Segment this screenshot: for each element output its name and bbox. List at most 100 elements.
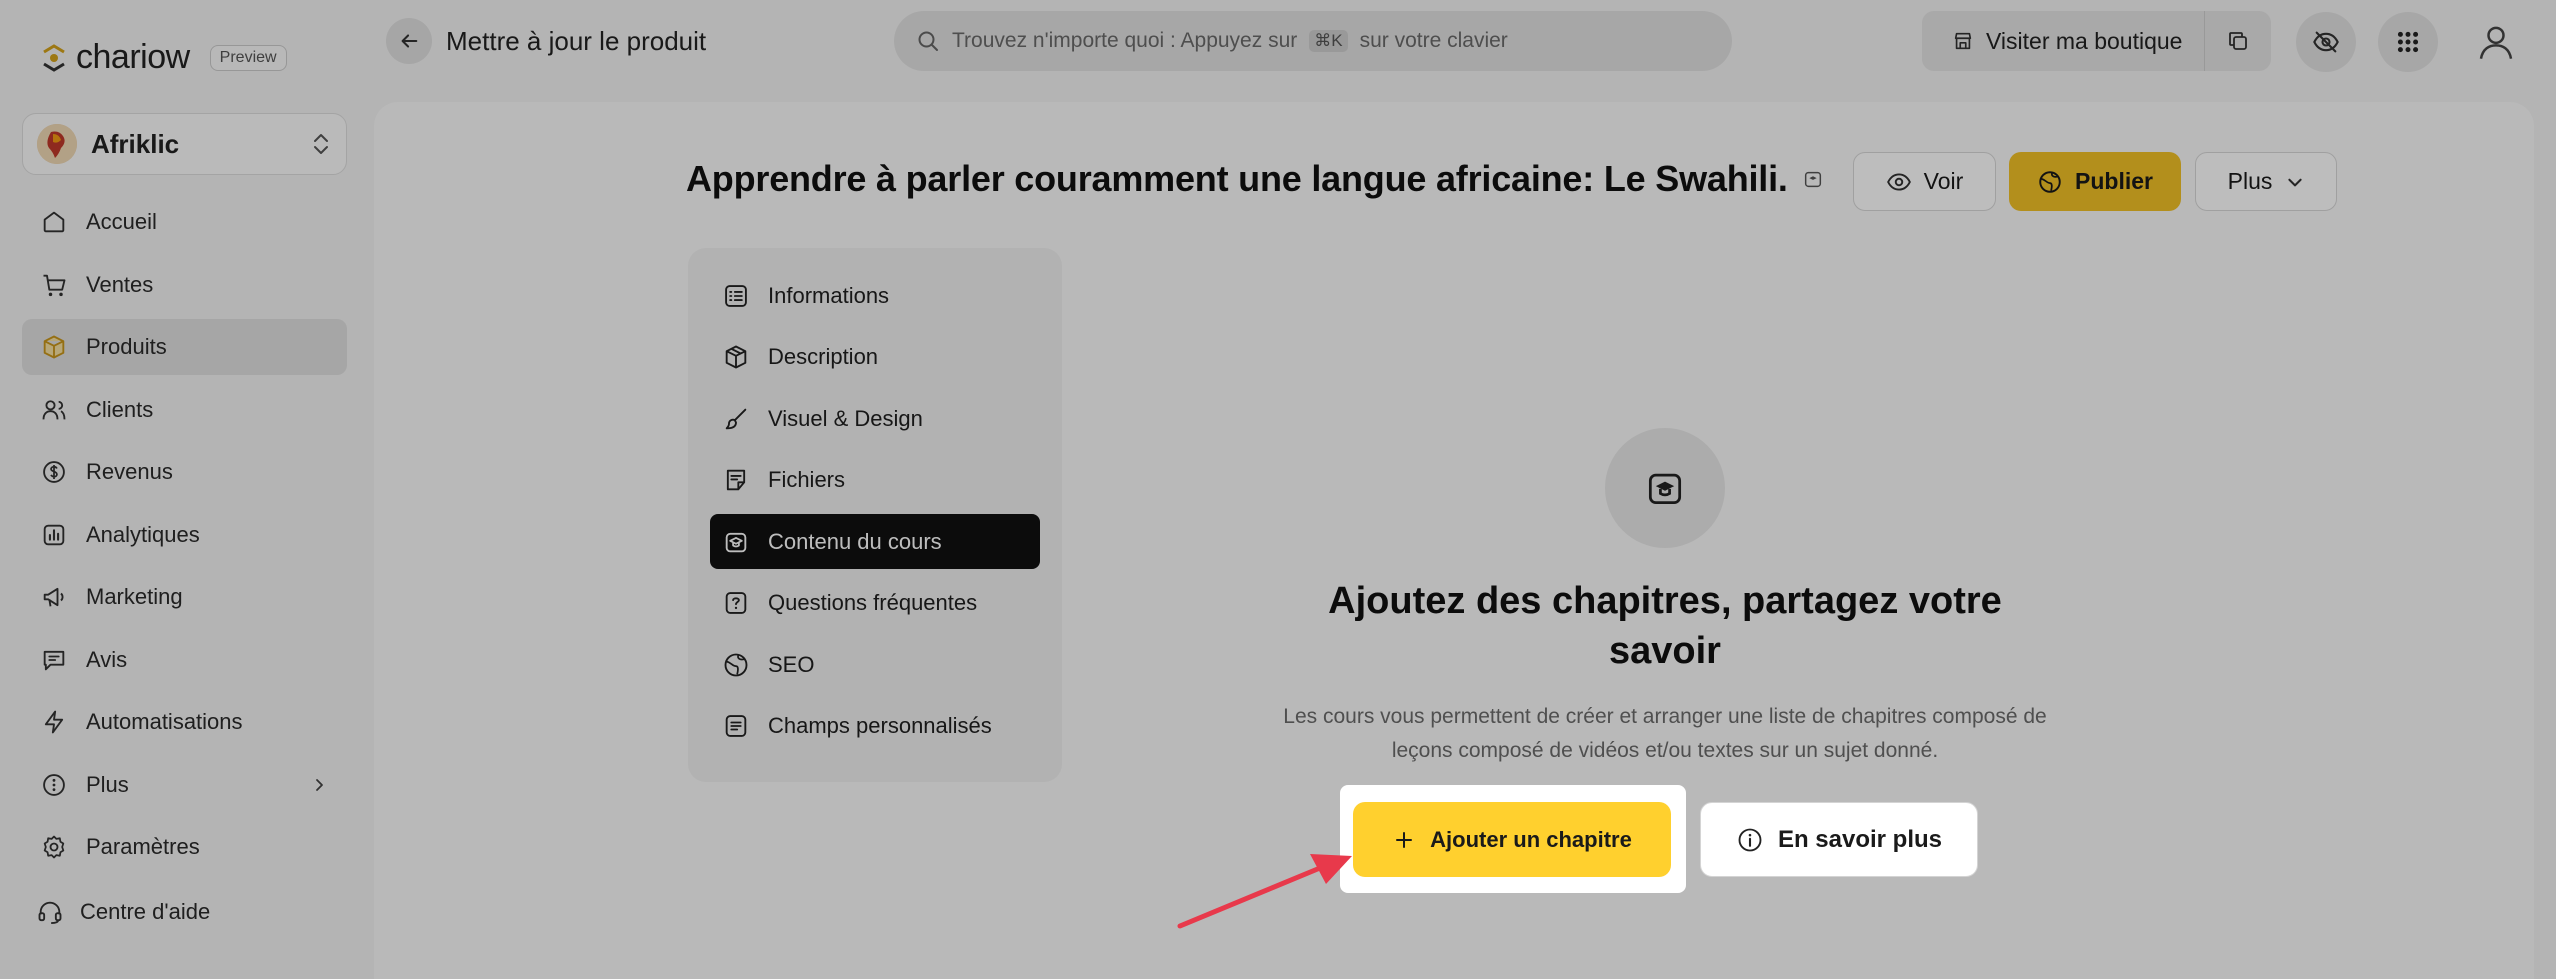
arrow-left-icon — [398, 30, 420, 52]
empty-state-illustration — [1605, 428, 1725, 548]
tab-informations[interactable]: Informations — [710, 268, 1040, 323]
eye-off-icon — [2312, 28, 2340, 56]
tab-champs-personnalises[interactable]: Champs personnalisés — [710, 699, 1040, 754]
sidebar-item-label: Avis — [86, 646, 128, 672]
logo-text: chariow — [76, 38, 190, 76]
logo-mark-icon — [38, 42, 70, 74]
tab-contenu-du-cours[interactable]: Contenu du cours — [710, 514, 1040, 569]
dollar-icon — [40, 458, 68, 486]
annotation-arrow — [1170, 838, 1370, 938]
globe-icon — [2037, 169, 2063, 195]
sidebar-nav: Accueil Ventes Produits Clients Revenus … — [22, 194, 347, 882]
chart-icon — [40, 521, 68, 549]
tab-label: Contenu du cours — [768, 528, 942, 554]
tab-fichiers[interactable]: Fichiers — [710, 453, 1040, 508]
plus-icon — [1392, 828, 1416, 852]
globe-icon — [722, 651, 750, 679]
cube-icon — [722, 343, 750, 371]
user-avatar-button[interactable] — [2468, 14, 2524, 70]
course-icon — [1643, 466, 1687, 510]
sidebar-item-label: Revenus — [86, 459, 173, 484]
brush-icon — [722, 405, 750, 433]
box-icon — [40, 333, 68, 361]
add-chapter-button[interactable]: Ajouter un chapitre — [1353, 802, 1671, 877]
more-actions-label: Plus — [2227, 168, 2273, 194]
help-center-label: Centre d'aide — [80, 899, 211, 924]
user-icon — [2476, 22, 2516, 62]
sidebar-item-produits[interactable]: Produits — [22, 319, 347, 375]
sidebar-item-ventes[interactable]: Ventes — [22, 257, 347, 313]
view-button-label: Voir — [1923, 168, 1964, 194]
sidebar-item-clients[interactable]: Clients — [22, 382, 347, 438]
store-name: Afriklic — [91, 128, 180, 159]
learn-more-button[interactable]: En savoir plus — [1700, 802, 1978, 877]
message-icon — [40, 646, 68, 674]
sidebar-item-accueil[interactable]: Accueil — [22, 194, 347, 250]
visit-store-group: Visiter ma boutique — [1922, 11, 2271, 71]
more-actions-button[interactable]: Plus — [2195, 152, 2337, 211]
sidebar-item-label: Paramètres — [86, 834, 200, 859]
file-icon — [722, 466, 750, 494]
bolt-icon — [40, 708, 68, 736]
search-placeholder-suffix: sur votre clavier — [1359, 29, 1508, 52]
sidebar-item-marketing[interactable]: Marketing — [22, 569, 347, 625]
chevron-up-down-icon — [310, 130, 332, 158]
sidebar-item-parametres[interactable]: Paramètres — [22, 819, 347, 875]
store-logo — [37, 124, 77, 164]
view-button[interactable]: Voir — [1853, 152, 1996, 211]
visit-store-button[interactable]: Visiter ma boutique — [1922, 11, 2206, 71]
tab-label: Champs personnalisés — [768, 713, 992, 738]
fields-icon — [722, 712, 750, 740]
info-icon — [1736, 826, 1764, 854]
copy-link-button[interactable] — [2205, 11, 2271, 71]
back-button[interactable] — [386, 18, 432, 64]
copy-icon — [2226, 29, 2250, 53]
learn-more-label: En savoir plus — [1777, 825, 1943, 853]
visit-store-label: Visiter ma boutique — [1986, 27, 2183, 54]
page-title: Mettre à jour le produit — [446, 26, 707, 56]
empty-state-description: Les cours vous permettent de créer et ar… — [1283, 705, 2047, 762]
search-shortcut-badge: ⌘K — [1309, 30, 1348, 52]
sidebar-item-revenus[interactable]: Revenus — [22, 444, 347, 500]
apps-grid-icon — [2395, 29, 2421, 55]
global-search-input[interactable]: Trouvez n'importe quoi : Appuyez sur ⌘K … — [894, 11, 1732, 71]
gear-icon — [40, 833, 68, 861]
sidebar-item-avis[interactable]: Avis — [22, 632, 347, 688]
sidebar-item-label: Automatisations — [86, 709, 243, 734]
empty-state-title: Ajoutez des chapitres, partagez votre sa… — [1328, 580, 2002, 672]
publish-button[interactable]: Publier — [2009, 152, 2181, 211]
home-icon — [40, 208, 68, 236]
course-icon — [722, 528, 750, 556]
store-selector[interactable]: Afriklic — [22, 113, 347, 175]
sidebar-item-automatisations[interactable]: Automatisations — [22, 694, 347, 750]
sidebar-item-label: Produits — [86, 334, 167, 359]
publish-button-label: Publier — [2075, 168, 2153, 194]
tab-questions-frequentes[interactable]: Questions fréquentes — [710, 576, 1040, 631]
store-icon — [1952, 30, 1974, 52]
sidebar-item-label: Marketing — [86, 584, 183, 609]
sidebar-item-label: Clients — [86, 396, 154, 422]
hide-preview-button[interactable] — [2296, 12, 2356, 72]
tab-seo[interactable]: SEO — [710, 637, 1040, 692]
tab-visuel-design[interactable]: Visuel & Design — [710, 391, 1040, 446]
tab-description[interactable]: Description — [710, 330, 1040, 385]
product-title-text: Apprendre à parler couramment une langue… — [686, 158, 1788, 199]
sidebar-item-analytiques[interactable]: Analytiques — [22, 507, 347, 563]
chevron-down-icon — [2286, 173, 2304, 191]
chariow-logo[interactable]: chariow Preview — [38, 38, 287, 77]
tab-label: Fichiers — [768, 467, 846, 492]
help-center-link[interactable]: Centre d'aide — [36, 898, 210, 926]
apps-button[interactable] — [2378, 12, 2438, 72]
tab-label: Informations — [768, 282, 890, 308]
list-icon — [722, 282, 750, 310]
product-title: Apprendre à parler couramment une langue… — [686, 158, 1824, 200]
chevron-right-icon — [311, 777, 327, 793]
sidebar-item-plus[interactable]: Plus — [22, 757, 347, 813]
preview-badge: Preview — [209, 44, 287, 71]
sidebar-item-label: Accueil — [86, 209, 157, 234]
sidebar-item-label: Analytiques — [86, 521, 200, 547]
search-placeholder-text: Trouvez n'importe quoi : Appuyez sur — [952, 29, 1298, 52]
product-section-tabs: Informations Description Visuel & Design… — [688, 248, 1062, 782]
sidebar-item-label: Plus — [86, 771, 129, 797]
tab-label: SEO — [768, 651, 815, 677]
